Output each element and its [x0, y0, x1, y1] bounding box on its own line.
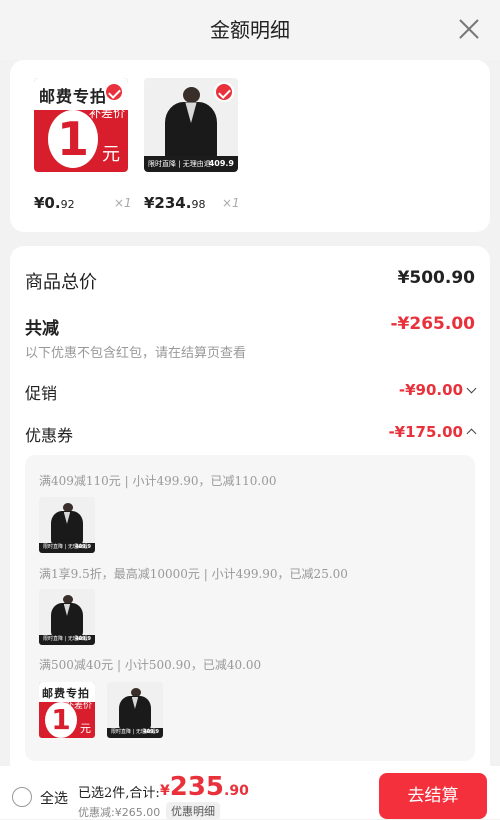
coupon-value: -¥175.00	[388, 423, 463, 441]
total-discount-label: 共减	[25, 319, 59, 339]
goods-total-row: 商品总价 ¥500.90	[25, 268, 475, 293]
sheet-header: 金额明细	[0, 0, 500, 60]
total-price: ¥235.90	[160, 772, 249, 802]
product-quantity: ×1	[222, 196, 240, 210]
checkout-button[interactable]: 去结算	[379, 773, 487, 819]
model-head	[183, 87, 201, 104]
selected-check-icon[interactable]	[214, 82, 234, 102]
chevron-down-icon[interactable]	[466, 383, 477, 394]
postage-number: 1	[48, 110, 98, 168]
select-all-radio[interactable]	[12, 787, 32, 807]
select-all-label[interactable]: 全选	[40, 788, 68, 808]
postage-mini-thumbnail: 邮费专拍 补差价 1 元	[39, 682, 95, 738]
product-postage[interactable]: 邮费专拍 补差价 1 元	[34, 78, 130, 172]
goods-total-value: ¥500.90	[397, 268, 475, 288]
product-price: ¥234.98	[144, 194, 206, 212]
total-discount-row: 共减 -¥265.00 以下优惠不包含红包，请在结算页查看	[25, 314, 475, 364]
jacket-mini-thumbnail: 限时直降 | 无理由退 409.9	[107, 682, 163, 738]
discount-amount: 优惠减:¥265.00	[78, 806, 161, 819]
sheet-title: 金额明细	[210, 18, 290, 42]
coupon-label: 优惠券	[25, 426, 74, 445]
coupon-detail-panel: 满409减110元 | 小计499.90，已减110.00 限时直降 | 无理由…	[25, 455, 475, 761]
promotion-label: 促销	[25, 384, 58, 403]
selected-count-text: 已选2件,合计:	[78, 786, 160, 801]
chevron-up-icon[interactable]	[466, 428, 477, 439]
coupon-detail-text: 满500减40元 | 小计500.90，已减40.00	[39, 658, 262, 672]
product-jacket[interactable]: 限时直降 | 无理由退 409.9	[144, 78, 240, 172]
coupon-row[interactable]: 优惠券 -¥175.00	[25, 422, 477, 445]
price-breakdown-card: 商品总价 ¥500.90 共减 -¥265.00 以下优惠不包含红包，请在结算页…	[10, 246, 490, 766]
thumbnail-price-bar: 限时直降 | 无理由退 409.9	[144, 156, 238, 172]
total-discount-value: -¥265.00	[390, 314, 476, 334]
postage-diff-text: 补差价	[88, 106, 125, 120]
selected-products-card: 邮费专拍 补差价 1 元 ¥0.92 ×1 限时直降 | 无理由退 409.9 ¥…	[10, 60, 490, 232]
discount-detail-link[interactable]: 优惠明细	[166, 802, 220, 820]
jacket-thumbnail: 限时直降 | 无理由退 409.9	[144, 78, 238, 172]
goods-total-label: 商品总价	[25, 272, 97, 293]
postage-thumbnail: 邮费专拍 补差价 1 元	[34, 78, 128, 172]
selected-check-icon[interactable]	[104, 82, 124, 102]
coupon-detail-text: 满1享9.5折，最高减10000元 | 小计499.90，已减25.00	[39, 567, 348, 581]
discount-note: 以下优惠不包含红包，请在结算页查看	[25, 346, 247, 361]
jacket-mini-thumbnail: 限时直降 | 无理由退 409.9	[39, 589, 95, 645]
promotion-row[interactable]: 促销 -¥90.00	[25, 380, 477, 403]
jacket-mini-thumbnail: 限时直降 | 无理由退 409.9	[39, 497, 95, 553]
checkout-bar: 全选 已选2件,合计: ¥235.90 优惠减:¥265.00 优惠明细 去结算	[0, 766, 500, 820]
product-price: ¥0.92	[34, 194, 75, 212]
postage-unit: 元	[102, 144, 120, 165]
coupon-detail-text: 满409减110元 | 小计499.90，已减110.00	[39, 474, 277, 488]
close-icon[interactable]	[456, 16, 482, 42]
promotion-value: -¥90.00	[398, 381, 463, 399]
product-quantity: ×1	[114, 196, 132, 210]
